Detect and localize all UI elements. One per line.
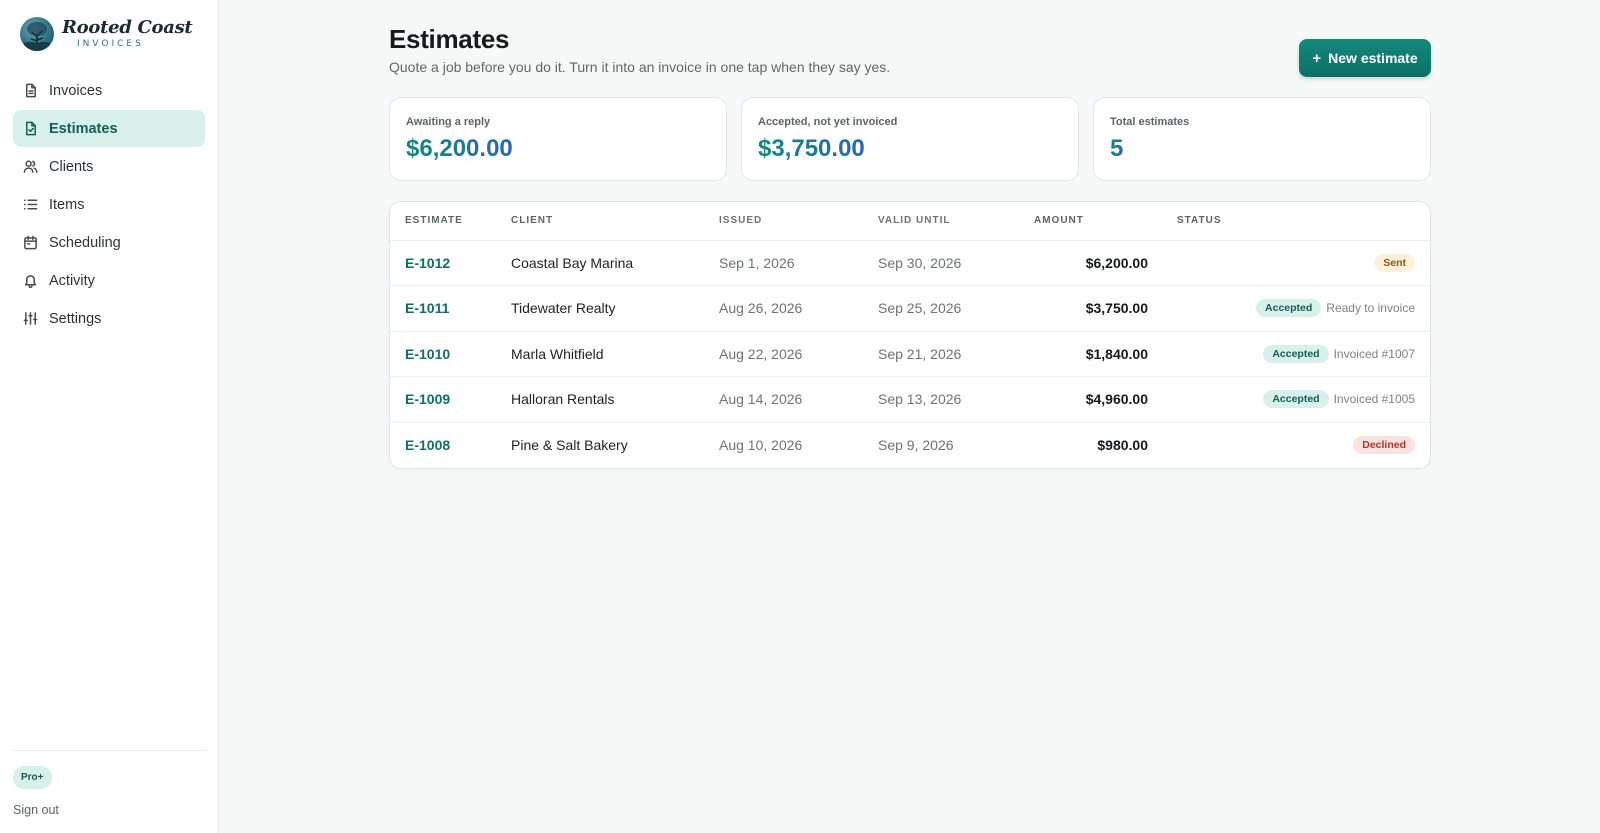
amount: $1,840.00 bbox=[1010, 331, 1148, 377]
sidebar-footer: Pro+ Sign out bbox=[13, 750, 206, 817]
stat-value: $6,200.00 bbox=[406, 135, 513, 162]
sidebar-item-label: Estimates bbox=[49, 120, 118, 137]
plan-badge: Pro+ bbox=[13, 766, 52, 789]
stat-card-accepted: Accepted, not yet invoiced $3,750.00 bbox=[741, 97, 1079, 181]
sidebar-item-scheduling[interactable]: Scheduling bbox=[13, 224, 205, 261]
sidebar-item-label: Clients bbox=[49, 158, 94, 175]
estimates-table-card: ESTIMATE CLIENT ISSUED VALID UNTIL AMOUN… bbox=[389, 201, 1431, 469]
stat-value: 5 bbox=[1110, 135, 1124, 162]
column-header-amount[interactable]: AMOUNT bbox=[1010, 202, 1148, 241]
sidebar-item-items[interactable]: Items bbox=[13, 186, 205, 223]
estimate-id-link[interactable]: E-1008 bbox=[405, 437, 450, 453]
stat-card-awaiting: Awaiting a reply $6,200.00 bbox=[389, 97, 727, 181]
logo-wordmark: Rooted Coast bbox=[62, 17, 193, 38]
sidebar-item-activity[interactable]: Activity bbox=[13, 262, 205, 299]
status-note: Invoiced #1007 bbox=[1333, 346, 1415, 361]
stat-label: Awaiting a reply bbox=[406, 116, 491, 128]
valid-until-date: Sep 30, 2026 bbox=[878, 240, 1010, 286]
sidebar-item-settings[interactable]: Settings bbox=[13, 300, 205, 337]
sidebar-nav: Invoices Estimates Clients Items Schedul… bbox=[13, 72, 205, 338]
amount: $3,750.00 bbox=[1010, 285, 1148, 332]
logo-subtitle: INVOICES bbox=[77, 39, 144, 49]
client-name: Coastal Bay Marina bbox=[511, 240, 719, 286]
table-body: E-1012 Coastal Bay Marina Sep 1, 2026 Se… bbox=[390, 240, 1430, 468]
client-name: Pine & Salt Bakery bbox=[511, 437, 628, 453]
estimate-id-link[interactable]: E-1010 bbox=[405, 346, 450, 362]
estimate-id-link[interactable]: E-1012 bbox=[405, 255, 450, 271]
users-icon bbox=[23, 159, 38, 174]
estimate-id-link[interactable]: E-1009 bbox=[405, 391, 450, 407]
valid-until-date: Sep 13, 2026 bbox=[878, 376, 1010, 423]
table-row[interactable]: E-1011 Tidewater Realty Aug 26, 2026 Sep… bbox=[390, 285, 1430, 332]
new-estimate-label: New estimate bbox=[1328, 50, 1418, 66]
sidebar-item-label: Settings bbox=[49, 310, 102, 327]
status-badge: Sent bbox=[1374, 253, 1415, 272]
valid-until-date: Sep 21, 2026 bbox=[878, 331, 1010, 377]
column-header-status[interactable]: STATUS bbox=[1148, 202, 1430, 241]
estimates-table: ESTIMATE CLIENT ISSUED VALID UNTIL AMOUN… bbox=[390, 202, 1430, 468]
document-check-icon bbox=[23, 121, 38, 136]
status-note: Ready to invoice bbox=[1326, 301, 1415, 316]
document-icon bbox=[23, 83, 38, 98]
issued-date: Sep 1, 2026 bbox=[719, 240, 878, 286]
issued-date: Aug 26, 2026 bbox=[719, 285, 878, 332]
column-header-estimate[interactable]: ESTIMATE bbox=[390, 202, 511, 241]
estimate-id-link[interactable]: E-1011 bbox=[405, 300, 449, 316]
new-estimate-button[interactable]: + New estimate bbox=[1299, 39, 1431, 77]
sidebar-item-label: Activity bbox=[49, 272, 95, 289]
column-header-issued[interactable]: ISSUED bbox=[719, 202, 878, 241]
calendar-icon bbox=[23, 235, 38, 250]
tree-logo-icon bbox=[20, 17, 54, 51]
status-badge: Declined bbox=[1353, 436, 1415, 455]
status-badge: Accepted bbox=[1256, 299, 1322, 318]
client-name: Tidewater Realty bbox=[511, 285, 719, 332]
table-header-row: ESTIMATE CLIENT ISSUED VALID UNTIL AMOUN… bbox=[390, 202, 1430, 241]
stat-label: Accepted, not yet invoiced bbox=[758, 116, 898, 128]
status-badge: Accepted bbox=[1263, 390, 1329, 409]
amount: $6,200.00 bbox=[1010, 240, 1148, 286]
stats-row: Awaiting a reply $6,200.00 Accepted, not… bbox=[389, 97, 1431, 181]
stat-card-total: Total estimates 5 bbox=[1093, 97, 1431, 181]
amount: $980.00 bbox=[1097, 437, 1148, 453]
table-row[interactable]: E-1010 Marla Whitfield Aug 22, 2026 Sep … bbox=[390, 331, 1430, 377]
status-badge: Accepted bbox=[1263, 344, 1329, 363]
issued-date: Aug 10, 2026 bbox=[719, 437, 803, 453]
page-subtitle: Quote a job before you do it. Turn it in… bbox=[389, 59, 891, 75]
amount: $4,960.00 bbox=[1010, 376, 1148, 423]
sidebar-item-label: Invoices bbox=[49, 82, 103, 99]
page-title: Estimates bbox=[389, 24, 510, 54]
table-row[interactable]: E-1009 Halloran Rentals Aug 14, 2026 Sep… bbox=[390, 376, 1430, 423]
issued-date: Aug 14, 2026 bbox=[719, 376, 878, 423]
list-icon bbox=[23, 197, 38, 212]
sidebar-item-estimates[interactable]: Estimates bbox=[13, 110, 205, 147]
issued-date: Aug 22, 2026 bbox=[719, 331, 878, 377]
app-logo[interactable]: Rooted Coast INVOICES bbox=[20, 17, 193, 51]
valid-until-date: Sep 25, 2026 bbox=[878, 285, 1010, 332]
table-row[interactable]: E-1008 Pine & Salt Bakery Aug 10, 2026 S… bbox=[390, 422, 1430, 468]
sidebar-item-invoices[interactable]: Invoices bbox=[13, 72, 205, 109]
bell-icon bbox=[23, 273, 38, 288]
valid-until-date: Sep 9, 2026 bbox=[878, 437, 954, 453]
client-name: Halloran Rentals bbox=[511, 376, 719, 423]
sidebar-item-label: Items bbox=[49, 196, 85, 213]
stat-label: Total estimates bbox=[1110, 116, 1190, 128]
column-header-valid-until[interactable]: VALID UNTIL bbox=[878, 202, 1010, 241]
plus-icon: + bbox=[1312, 49, 1322, 67]
sliders-icon bbox=[23, 311, 38, 326]
table-row[interactable]: E-1012 Coastal Bay Marina Sep 1, 2026 Se… bbox=[390, 240, 1430, 286]
stat-value: $3,750.00 bbox=[758, 135, 865, 162]
sidebar: Rooted Coast INVOICES Invoices Estimates… bbox=[0, 0, 219, 833]
sign-out-link[interactable]: Sign out bbox=[13, 803, 206, 817]
sidebar-item-clients[interactable]: Clients bbox=[13, 148, 205, 185]
client-name: Marla Whitfield bbox=[511, 331, 719, 377]
sidebar-item-label: Scheduling bbox=[49, 234, 121, 251]
status-note: Invoiced #1005 bbox=[1333, 392, 1415, 407]
column-header-client[interactable]: CLIENT bbox=[511, 202, 719, 241]
